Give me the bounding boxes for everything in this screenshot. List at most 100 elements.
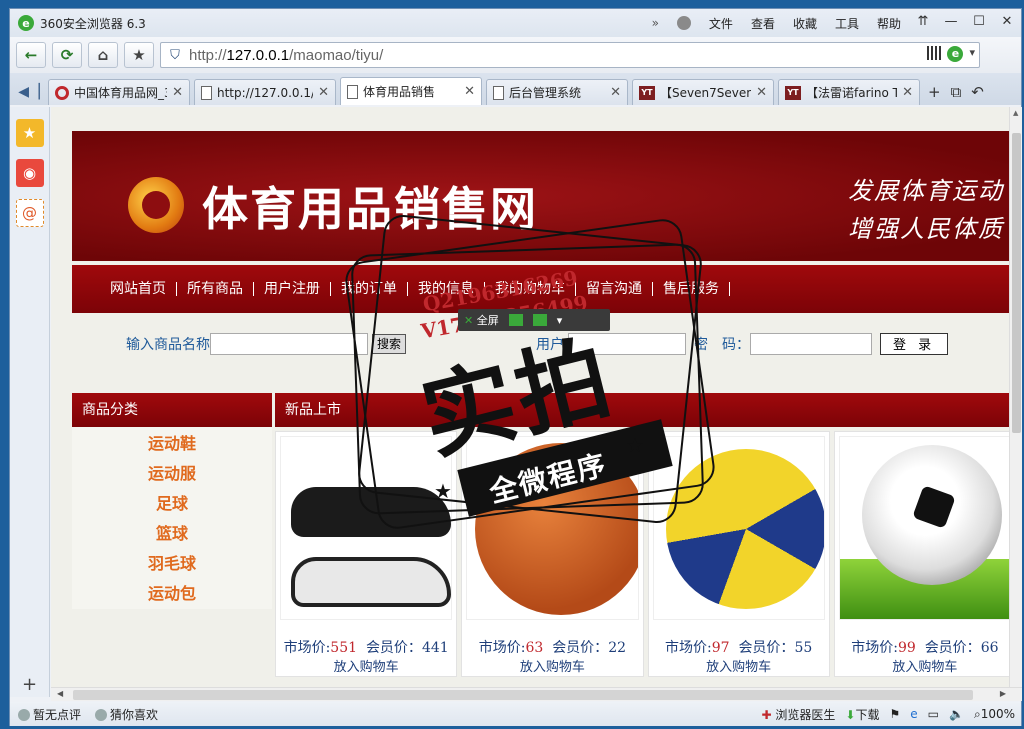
tab-1[interactable]: 中国体育用品网_3 ✕ bbox=[48, 79, 190, 105]
mini-dropdown-icon[interactable]: ▾ bbox=[557, 314, 563, 327]
category-basketball[interactable]: 篮球 bbox=[72, 519, 272, 549]
login-button[interactable]: 登 录 bbox=[880, 333, 949, 355]
fullscreen-button[interactable]: ✕ 全屏 bbox=[464, 312, 499, 328]
vertical-scrollbar[interactable]: ▲ bbox=[1009, 107, 1022, 687]
nav-my-info[interactable]: 我的信息 bbox=[408, 282, 485, 296]
nav-all-products[interactable]: 所有商品 bbox=[177, 282, 254, 296]
vertical-scroll-thumb[interactable] bbox=[1012, 133, 1021, 433]
password-input[interactable] bbox=[750, 333, 873, 355]
qr-code-icon[interactable] bbox=[927, 46, 942, 60]
review-status[interactable]: 暂无点评 bbox=[18, 706, 81, 723]
back-button[interactable]: ← bbox=[16, 42, 46, 68]
tab-3-active[interactable]: 体育用品销售 ✕ bbox=[340, 77, 482, 105]
share-icon[interactable] bbox=[532, 314, 547, 326]
horizontal-scrollbar[interactable]: ◀ ▶ bbox=[51, 687, 1022, 701]
tab-bar: ◀▕ 中国体育用品网_3 ✕ http://127.0.0.1/✕ 体育用品销售 ✕… bbox=[10, 73, 1021, 105]
volleyball-image[interactable] bbox=[652, 436, 825, 620]
nav-home[interactable]: 网站首页 bbox=[100, 282, 177, 296]
tab-5[interactable]: YT【Seven7Seven7✕ bbox=[632, 79, 774, 105]
menu-help[interactable]: 帮助 bbox=[877, 15, 901, 32]
nav-messages[interactable]: 留言沟通 bbox=[576, 282, 653, 296]
scroll-left-icon[interactable]: ◀ bbox=[57, 689, 63, 698]
username-input[interactable] bbox=[568, 333, 687, 355]
menu-tools[interactable]: 工具 bbox=[835, 15, 859, 32]
menu-file[interactable]: 文件 bbox=[709, 15, 733, 32]
search-label: 输入商品名称 bbox=[126, 337, 210, 353]
close-button[interactable]: ✕ bbox=[993, 9, 1021, 33]
tab-group-icon[interactable]: ⧉ bbox=[951, 83, 962, 101]
mail-icon[interactable]: @ bbox=[15, 199, 44, 227]
tab-6[interactable]: YT 【法雷诺farino T ✕ bbox=[778, 79, 920, 105]
category-badminton[interactable]: 羽毛球 bbox=[72, 549, 272, 579]
title-menu: » 文件 查看 收藏 工具 帮助 bbox=[652, 9, 901, 37]
add-to-cart-link[interactable]: 放入购物车 bbox=[276, 656, 456, 675]
tab-close-icon[interactable]: ✕ bbox=[756, 85, 767, 100]
pin-icon[interactable]: ⇈ bbox=[909, 9, 937, 33]
tab-4[interactable]: 后台管理系统 ✕ bbox=[486, 79, 628, 105]
sneaker-image[interactable] bbox=[280, 436, 453, 620]
favorites-star-icon[interactable]: ★ bbox=[15, 119, 44, 147]
tab-list-icon[interactable]: ◀▕ bbox=[14, 79, 44, 105]
browser-sidebar: ★ ◉ @ + bbox=[10, 107, 50, 697]
category-sneakers[interactable]: 运动鞋 bbox=[72, 429, 272, 459]
window-mode-icon[interactable]: ▭ bbox=[928, 707, 939, 721]
address-bar[interactable]: ⛉ http://127.0.0.1/maomao/tiyu/ e ▾ bbox=[160, 42, 980, 68]
nav-my-cart[interactable]: 我的购物车 bbox=[485, 282, 576, 296]
refresh-button[interactable]: ⟳ bbox=[52, 42, 82, 68]
security-shield-icon: ⛉ bbox=[170, 47, 180, 63]
nav-my-orders[interactable]: 我的订单 bbox=[331, 282, 408, 296]
review-icon bbox=[18, 709, 30, 721]
add-to-cart-link[interactable]: 放入购物车 bbox=[649, 656, 829, 675]
ie-icon[interactable]: e bbox=[910, 707, 917, 721]
tab-close-icon[interactable]: ✕ bbox=[610, 85, 621, 100]
search-input[interactable] bbox=[210, 333, 368, 355]
tab-2[interactable]: http://127.0.0.1/✕ bbox=[194, 79, 336, 105]
horizontal-scroll-thumb[interactable] bbox=[73, 690, 973, 700]
save-icon[interactable] bbox=[508, 314, 523, 326]
favorite-button[interactable]: ★ bbox=[124, 42, 154, 68]
minimize-button[interactable]: — bbox=[937, 9, 965, 33]
ie-mode-icon[interactable]: e bbox=[947, 46, 964, 62]
maximize-button[interactable]: ☐ bbox=[965, 9, 993, 33]
window-title: 360安全浏览器 6.3 bbox=[40, 16, 146, 31]
tab-close-icon[interactable]: ✕ bbox=[172, 85, 183, 100]
recommend-icon bbox=[95, 709, 108, 721]
volume-icon[interactable]: 🔈 bbox=[949, 707, 964, 721]
product-card: 市场价:97 会员价：55 放入购物车 bbox=[647, 431, 830, 677]
menu-view[interactable]: 查看 bbox=[751, 15, 775, 32]
zoom-status[interactable]: ⌕100% bbox=[974, 707, 1015, 722]
category-panel: 商品分类 运动鞋 运动服 足球 篮球 羽毛球 运动包 bbox=[72, 393, 272, 687]
nav-after-sales[interactable]: 售后服务 bbox=[653, 282, 730, 296]
scroll-right-icon[interactable]: ▶ bbox=[1000, 689, 1006, 698]
search-button[interactable]: 搜索 bbox=[372, 334, 407, 354]
search-login-row: 输入商品名称 搜索 用户 密 码： 登 录 bbox=[72, 329, 1009, 359]
category-sports-bag[interactable]: 运动包 bbox=[72, 579, 272, 609]
undo-close-icon[interactable]: ↶ bbox=[971, 83, 984, 101]
home-button[interactable]: ⌂ bbox=[88, 42, 118, 68]
status-bar: 暂无点评 猜你喜欢 ✚ 浏览器医生 ⬇下载 ⚑ e ▭ 🔈 ⌕100% bbox=[10, 702, 1021, 726]
menu-favorites[interactable]: 收藏 bbox=[793, 15, 817, 32]
tab-close-icon[interactable]: ✕ bbox=[902, 85, 913, 100]
nav-register[interactable]: 用户注册 bbox=[254, 282, 331, 296]
sidebar-add-icon[interactable]: + bbox=[22, 674, 37, 695]
scroll-up-icon[interactable]: ▲ bbox=[1013, 109, 1018, 117]
weibo-icon[interactable]: ◉ bbox=[15, 159, 44, 187]
add-to-cart-link[interactable]: 放入购物车 bbox=[462, 656, 642, 675]
flag-icon[interactable]: ⚑ bbox=[890, 707, 901, 721]
browser-doctor[interactable]: ✚ 浏览器医生 bbox=[762, 706, 836, 723]
menu-overflow-icon[interactable]: » bbox=[652, 16, 659, 30]
user-icon[interactable] bbox=[676, 16, 691, 30]
recommend-status[interactable]: 猜你喜欢 bbox=[95, 706, 158, 723]
new-tab-icon[interactable]: + bbox=[928, 83, 941, 101]
basketball-image[interactable] bbox=[466, 436, 639, 620]
add-to-cart-link[interactable]: 放入购物车 bbox=[835, 656, 1009, 675]
tab-close-icon[interactable]: ✕ bbox=[464, 84, 475, 99]
soccer-ball-image[interactable] bbox=[838, 436, 1009, 620]
download-status[interactable]: ⬇下载 bbox=[845, 706, 879, 723]
url-text[interactable]: http://127.0.0.1/maomao/tiyu/ bbox=[189, 47, 383, 64]
yt-icon: YT bbox=[785, 85, 801, 100]
category-sportswear[interactable]: 运动服 bbox=[72, 459, 272, 489]
tab-close-icon[interactable]: ✕ bbox=[318, 85, 329, 100]
address-dropdown-icon[interactable]: ▾ bbox=[969, 46, 975, 62]
category-soccer[interactable]: 足球 bbox=[72, 489, 272, 519]
